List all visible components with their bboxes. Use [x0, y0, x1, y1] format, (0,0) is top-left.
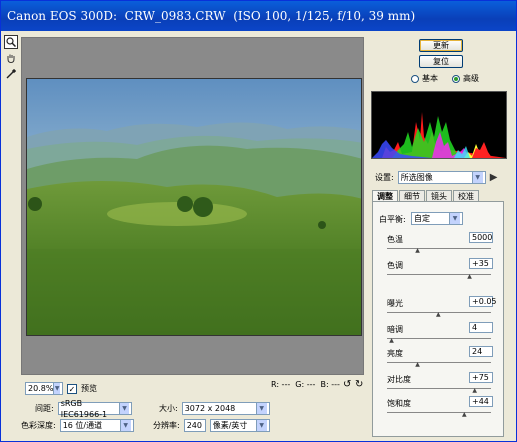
tab-lens[interactable]: 镜头 [426, 190, 452, 201]
slider-track[interactable] [387, 338, 491, 339]
hand-icon[interactable] [4, 51, 18, 65]
adjust-panel: 白平衡: 自定 ▼ 色温 5000 色调 +35 曝光 +0.05 暗调 4 亮度 24 对比度 +7… [372, 201, 504, 437]
depth-select[interactable]: 16 位/通道 ▼ [59, 419, 134, 432]
dialog-body: 20.8% ▼ ✓ 预览 R: --- G: --- B: --- ↺ ↻ 间距… [1, 31, 516, 441]
tool-palette [4, 35, 20, 83]
slider-label: 饱和度 [387, 399, 411, 408]
slider-value-field[interactable]: 4 [469, 322, 493, 333]
chevron-down-icon: ▼ [119, 403, 129, 414]
slider-track[interactable] [387, 248, 491, 249]
slider-thumb[interactable] [467, 274, 473, 281]
slider-value-field[interactable]: 5000 [469, 232, 493, 243]
settings-label: 设置: [375, 173, 394, 182]
tab-calibrate[interactable]: 校准 [453, 190, 479, 201]
resolution-value: 240 [186, 421, 202, 430]
white-balance-label: 白平衡: [379, 215, 406, 224]
preview-checkbox[interactable]: ✓ [67, 383, 77, 394]
size-row: 大小: 3072 x 2048 ▼ [159, 402, 270, 415]
slider-thumb[interactable] [415, 248, 421, 255]
resolution-unit: 像素/英寸 [212, 421, 248, 430]
slider-value-field[interactable]: +35 [469, 258, 493, 269]
update-button[interactable]: 更新 [419, 39, 463, 52]
resolution-row: 分辨率: 240 像素/英寸 ▼ [153, 419, 270, 432]
rotate-left-icon[interactable]: ↺ [343, 379, 351, 390]
tab-detail[interactable]: 细节 [399, 190, 425, 201]
space-label: 间距: [35, 404, 54, 413]
size-label: 大小: [159, 404, 178, 413]
size-value: 3072 x 2048 [184, 404, 236, 413]
photo-preview [26, 78, 362, 336]
reset-button[interactable]: 复位 [419, 55, 463, 68]
eyedropper-icon[interactable] [4, 67, 18, 81]
slider-thumb[interactable] [436, 312, 442, 319]
depth-label: 色彩深度: [21, 421, 56, 430]
slider-value-field[interactable]: +0.05 [469, 296, 497, 307]
rotate-right-icon[interactable]: ↻ [355, 379, 363, 390]
settings-row: 设置: 所选图像 ▼ ▶ [375, 171, 497, 184]
slider-label: 暗调 [387, 325, 403, 334]
space-select[interactable]: sRGB IEC61966-1 ▼ [57, 399, 132, 419]
slider-label: 亮度 [387, 349, 403, 358]
slider-thumb[interactable] [472, 388, 478, 395]
raw-dialog-window: Canon EOS 300D: CRW_0983.CRW (ISO 100, 1… [0, 0, 517, 442]
slider-track[interactable] [387, 412, 491, 413]
slider-label: 对比度 [387, 375, 411, 384]
slider-thumb[interactable] [389, 338, 395, 345]
preview-label: 预览 [81, 384, 97, 393]
resolution-input[interactable]: 240 [183, 419, 206, 432]
zoom-icon[interactable] [4, 35, 18, 49]
slider-track[interactable] [387, 274, 491, 275]
zoom-select[interactable]: 20.8% ▼ [25, 382, 63, 395]
slider-value-field[interactable]: +44 [469, 396, 493, 407]
zoom-value: 20.8% [28, 384, 54, 393]
settings-menu-icon[interactable]: ▶ [490, 172, 498, 183]
chevron-down-icon: ▼ [255, 420, 267, 431]
depth-value: 16 位/通道 [62, 421, 103, 430]
advanced-label: 高级 [463, 74, 479, 83]
mode-radio-group: 基本 高级 [411, 73, 479, 84]
basic-label: 基本 [422, 74, 438, 83]
basic-radio[interactable] [411, 74, 419, 83]
image-preview-area[interactable] [21, 37, 364, 375]
slider-label: 曝光 [387, 299, 403, 308]
resolution-label: 分辨率: [153, 421, 180, 430]
chevron-down-icon: ▼ [471, 172, 483, 183]
slider-thumb[interactable] [462, 412, 468, 419]
resolution-unit-select[interactable]: 像素/英寸 ▼ [209, 419, 270, 432]
space-value: sRGB IEC61966-1 [60, 398, 108, 419]
space-row: 间距: sRGB IEC61966-1 ▼ [35, 399, 132, 419]
window-title: Canon EOS 300D: CRW_0983.CRW (ISO 100, 1… [1, 1, 516, 31]
white-balance-value: 自定 [414, 214, 430, 223]
zoom-row: 20.8% ▼ ✓ 预览 [25, 382, 97, 395]
white-balance-select[interactable]: 自定 ▼ [411, 212, 463, 225]
chevron-down-icon: ▼ [53, 383, 60, 394]
rgb-readout: R: --- G: --- B: --- [271, 380, 340, 389]
chevron-down-icon: ▼ [255, 403, 267, 414]
chevron-down-icon: ▼ [119, 420, 131, 431]
slider-label: 色温 [387, 235, 403, 244]
chevron-down-icon: ▼ [449, 213, 460, 224]
histogram [371, 91, 507, 159]
slider-track[interactable] [387, 362, 491, 363]
slider-value-field[interactable]: 24 [469, 346, 493, 357]
slider-thumb[interactable] [415, 362, 421, 369]
advanced-radio[interactable] [452, 74, 460, 83]
settings-select[interactable]: 所选图像 ▼ [397, 171, 486, 184]
settings-value: 所选图像 [400, 173, 433, 182]
depth-row: 色彩深度: 16 位/通道 ▼ [21, 419, 134, 432]
slider-label: 色调 [387, 261, 403, 270]
slider-value-field[interactable]: +75 [469, 372, 493, 383]
size-select[interactable]: 3072 x 2048 ▼ [181, 402, 270, 415]
